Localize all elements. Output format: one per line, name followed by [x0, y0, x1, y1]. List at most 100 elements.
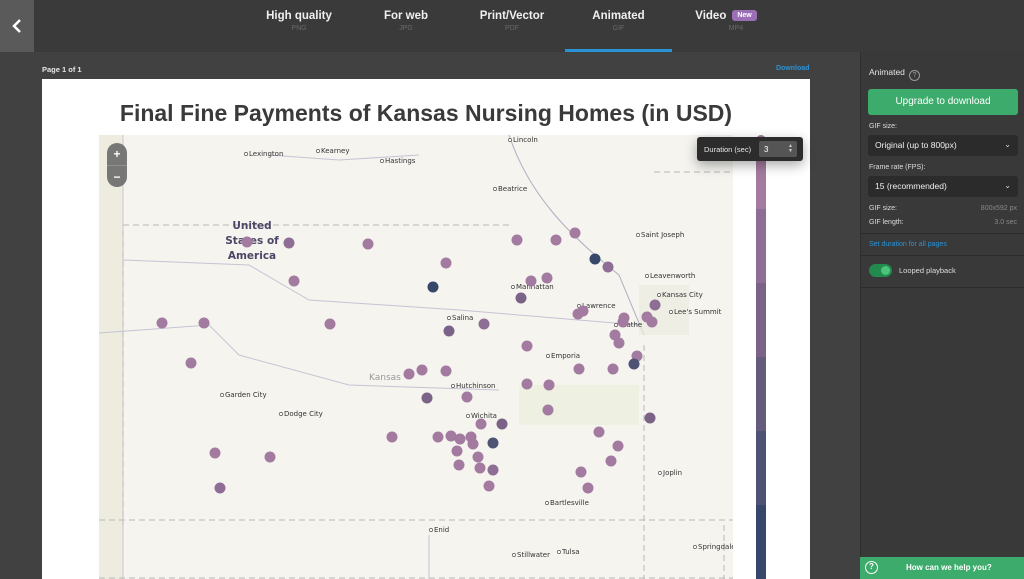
- data-points: [156, 227, 661, 494]
- data-point[interactable]: [617, 316, 629, 328]
- data-point[interactable]: [605, 455, 617, 467]
- data-point[interactable]: [521, 340, 533, 352]
- city-marker: [645, 274, 649, 278]
- city-label: Tulsa: [561, 548, 580, 556]
- city-marker: [657, 293, 661, 297]
- data-point[interactable]: [474, 462, 486, 474]
- data-point[interactable]: [593, 426, 605, 438]
- set-duration-link[interactable]: Set duration for all pages: [869, 241, 947, 248]
- data-point[interactable]: [427, 281, 439, 293]
- legend-swatch: [756, 504, 766, 579]
- data-point[interactable]: [156, 317, 168, 329]
- data-point[interactable]: [421, 392, 433, 404]
- data-point[interactable]: [589, 253, 601, 265]
- help-chat-button[interactable]: ? How can we help you?: [860, 557, 1024, 579]
- chevron-down-icon: ⌄: [1004, 140, 1011, 149]
- data-point[interactable]: [288, 275, 300, 287]
- data-point[interactable]: [649, 299, 661, 311]
- city-marker: [545, 501, 549, 505]
- map[interactable]: Lexington Kearney Hastings Lincoln Beatrice S…: [99, 135, 733, 579]
- data-point[interactable]: [198, 317, 210, 329]
- data-point[interactable]: [324, 318, 336, 330]
- data-point[interactable]: [241, 236, 253, 248]
- frame-rate-select[interactable]: 15 (recommended) ⌄: [868, 176, 1018, 197]
- data-point[interactable]: [416, 364, 428, 376]
- data-point[interactable]: [521, 378, 533, 390]
- zoom-in-button[interactable]: +: [107, 143, 127, 165]
- data-point[interactable]: [577, 305, 589, 317]
- data-point[interactable]: [607, 363, 619, 375]
- data-point[interactable]: [214, 482, 226, 494]
- upgrade-button[interactable]: Upgrade to download: [868, 89, 1018, 115]
- data-point[interactable]: [542, 404, 554, 416]
- data-point[interactable]: [525, 275, 537, 287]
- spinner-icon[interactable]: ▲ ▼: [788, 144, 793, 154]
- data-point[interactable]: [487, 464, 499, 476]
- data-point[interactable]: [475, 418, 487, 430]
- zoom-out-button[interactable]: −: [107, 166, 127, 188]
- data-point[interactable]: [612, 440, 624, 452]
- data-point[interactable]: [432, 431, 444, 443]
- back-button[interactable]: [0, 0, 34, 52]
- data-point[interactable]: [487, 437, 499, 449]
- tab-format: MP4: [728, 25, 744, 32]
- data-point[interactable]: [543, 379, 555, 391]
- gif-size-select[interactable]: Original (up to 800px) ⌄: [868, 135, 1018, 156]
- data-point[interactable]: [541, 272, 553, 284]
- data-point[interactable]: [440, 257, 452, 269]
- data-point[interactable]: [386, 431, 398, 443]
- city-marker: [693, 545, 697, 549]
- city-label: Bartlesville: [550, 499, 589, 507]
- data-point[interactable]: [641, 311, 653, 323]
- data-point[interactable]: [283, 237, 295, 249]
- data-point[interactable]: [569, 227, 581, 239]
- tab-format: PDF: [505, 25, 519, 32]
- data-point[interactable]: [582, 482, 594, 494]
- duration-input[interactable]: 3 ▲ ▼: [759, 141, 797, 157]
- data-point[interactable]: [443, 325, 455, 337]
- data-point[interactable]: [467, 438, 479, 450]
- data-point[interactable]: [264, 451, 276, 463]
- data-point[interactable]: [478, 318, 490, 330]
- state-label: Kansas: [369, 373, 401, 383]
- data-point[interactable]: [453, 459, 465, 471]
- data-point[interactable]: [573, 363, 585, 375]
- data-point[interactable]: [454, 433, 466, 445]
- data-point[interactable]: [511, 234, 523, 246]
- city-label: Stillwater: [517, 551, 550, 559]
- data-point[interactable]: [550, 234, 562, 246]
- data-point[interactable]: [209, 447, 221, 459]
- legend-swatch: [756, 430, 766, 505]
- city-marker: [508, 138, 512, 142]
- data-point[interactable]: [515, 292, 527, 304]
- tab-video[interactable]: Video New MP4: [690, 0, 762, 52]
- tab-animated[interactable]: Animated GIF: [565, 0, 672, 52]
- data-point[interactable]: [575, 466, 587, 478]
- data-point[interactable]: [185, 357, 197, 369]
- data-point[interactable]: [644, 412, 656, 424]
- tab-print-vector[interactable]: Print/Vector PDF: [476, 0, 548, 52]
- data-point[interactable]: [451, 445, 463, 457]
- tab-high-quality[interactable]: High quality PNG: [262, 0, 336, 52]
- data-point[interactable]: [628, 358, 640, 370]
- data-point[interactable]: [440, 365, 452, 377]
- country-label: America: [228, 250, 276, 262]
- looped-playback-toggle[interactable]: [869, 264, 892, 277]
- page-indicator: Page 1 of 1: [42, 65, 82, 74]
- data-point[interactable]: [496, 418, 508, 430]
- download-link[interactable]: Download: [776, 65, 809, 72]
- city-marker: [669, 310, 673, 314]
- city-marker: [614, 323, 618, 327]
- city-marker: [511, 285, 515, 289]
- data-point[interactable]: [602, 261, 614, 273]
- data-point[interactable]: [362, 238, 374, 250]
- data-point[interactable]: [472, 451, 484, 463]
- data-point[interactable]: [403, 368, 415, 380]
- preview-area: Page 1 of 1 Download Final Fine Payments…: [0, 52, 860, 579]
- data-point[interactable]: [461, 391, 473, 403]
- data-point[interactable]: [613, 337, 625, 349]
- map-zoom-control: + −: [107, 143, 127, 187]
- help-icon[interactable]: ?: [908, 70, 920, 81]
- data-point[interactable]: [483, 480, 495, 492]
- tab-for-web[interactable]: For web JPG: [378, 0, 434, 52]
